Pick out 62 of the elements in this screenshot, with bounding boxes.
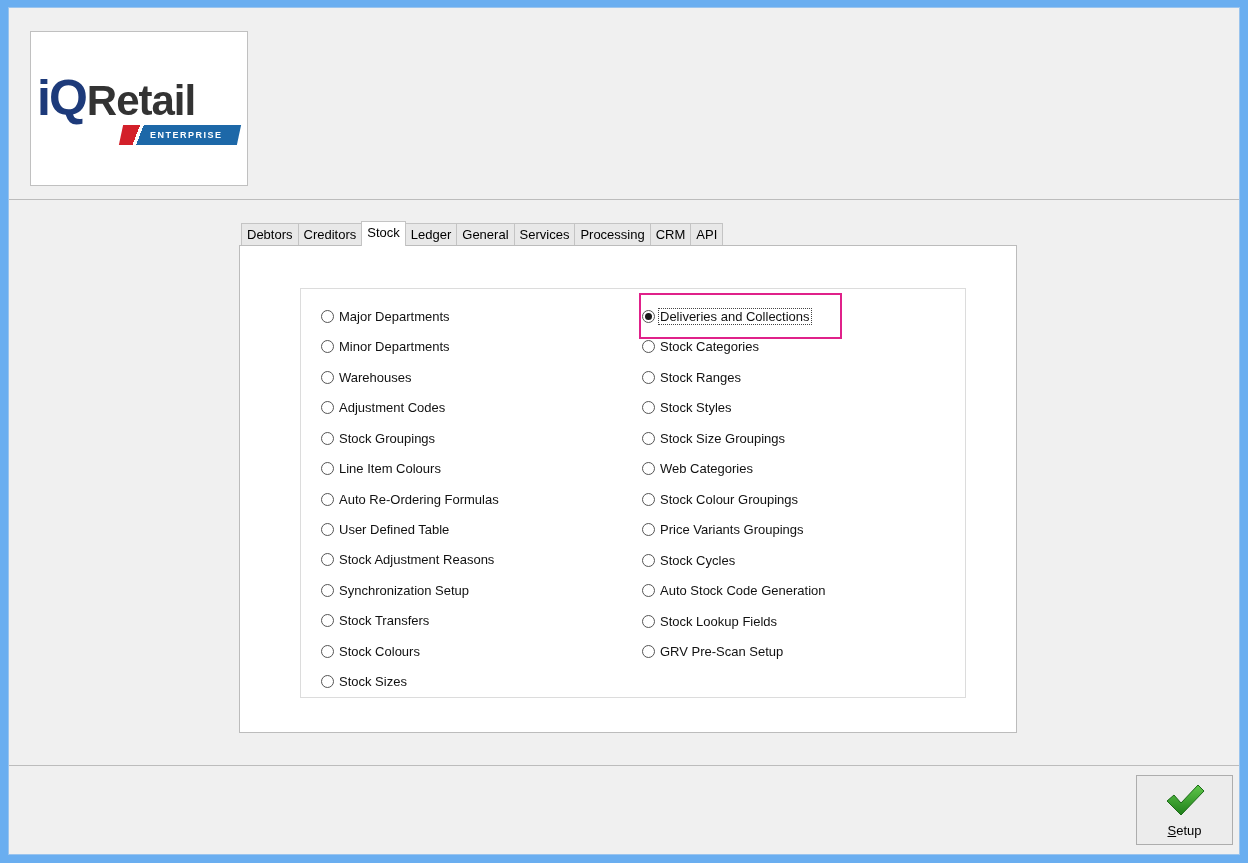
- option-label[interactable]: Stock Cycles: [658, 551, 738, 569]
- tab[interactable]: General: [456, 223, 515, 245]
- radio-button[interactable]: [321, 370, 334, 384]
- tab[interactable]: Debtors: [241, 223, 299, 245]
- option-label[interactable]: Deliveries and Collections: [658, 307, 812, 325]
- option-label[interactable]: GRV Pre-Scan Setup: [658, 643, 786, 661]
- option-label[interactable]: Line Item Colours: [337, 460, 443, 478]
- radio-button[interactable]: [642, 492, 655, 506]
- option-label[interactable]: User Defined Table: [337, 521, 452, 538]
- radio-button[interactable]: [321, 309, 334, 323]
- tab[interactable]: Stock: [361, 221, 406, 246]
- tab[interactable]: CRM: [649, 223, 692, 245]
- option-label[interactable]: Adjustment Codes: [337, 399, 448, 417]
- radio-button[interactable]: [642, 553, 655, 567]
- option-label[interactable]: Stock Categories: [658, 338, 761, 356]
- option-label[interactable]: Stock Sizes: [337, 673, 409, 691]
- radio-button[interactable]: [321, 340, 334, 354]
- radio-button[interactable]: [321, 553, 334, 567]
- radio-button[interactable]: [642, 431, 655, 445]
- tab[interactable]: Ledger: [404, 223, 458, 245]
- option-label[interactable]: Stock Lookup Fields: [658, 612, 780, 630]
- option-label[interactable]: Stock Groupings: [337, 429, 438, 447]
- option-label[interactable]: Stock Styles: [658, 399, 734, 417]
- checkmark-icon: [1164, 782, 1205, 817]
- radio-button[interactable]: [321, 644, 334, 658]
- radio-button[interactable]: [642, 401, 655, 415]
- option-label[interactable]: Stock Colour Groupings: [658, 490, 800, 508]
- option-label[interactable]: Stock Ranges: [658, 368, 743, 386]
- tab[interactable]: Processing: [574, 223, 651, 245]
- option-label[interactable]: Stock Transfers: [337, 612, 432, 630]
- option-label[interactable]: Major Departments: [337, 307, 452, 325]
- radio-button[interactable]: [642, 370, 655, 384]
- radio-button[interactable]: [642, 614, 655, 628]
- radio-button[interactable]: [642, 645, 655, 659]
- option-label[interactable]: Synchronization Setup: [337, 581, 472, 599]
- radio-button[interactable]: [321, 492, 334, 506]
- setup-button[interactable]: Setup: [1136, 775, 1233, 845]
- radio-button[interactable]: [642, 309, 655, 323]
- option-label[interactable]: Stock Size Groupings: [658, 429, 787, 447]
- option-label[interactable]: Price Variants Groupings: [658, 521, 806, 539]
- radio-button[interactable]: [321, 583, 334, 597]
- radio-button[interactable]: [321, 462, 334, 476]
- option-label[interactable]: Auto Re-Ordering Formulas: [337, 490, 501, 508]
- radio-button[interactable]: [642, 523, 655, 537]
- option-label[interactable]: Stock Adjustment Reasons: [337, 551, 497, 569]
- radio-button[interactable]: [642, 340, 655, 354]
- radio-button[interactable]: [321, 614, 334, 628]
- radio-button[interactable]: [321, 523, 334, 536]
- tab[interactable]: Creditors: [297, 223, 363, 245]
- option-label[interactable]: Minor Departments: [337, 338, 452, 356]
- radio-button[interactable]: [642, 584, 655, 598]
- option-label[interactable]: Warehouses: [337, 368, 414, 386]
- logo: iQRetail ENTERPRISE: [30, 31, 248, 186]
- radio-button[interactable]: [321, 675, 334, 689]
- radio-button[interactable]: [642, 462, 655, 476]
- option-label[interactable]: Stock Colours: [337, 642, 422, 660]
- option-label[interactable]: Auto Stock Code Generation: [658, 582, 828, 600]
- tab[interactable]: Services: [513, 223, 576, 245]
- tab[interactable]: API: [690, 223, 724, 245]
- radio-button[interactable]: [321, 401, 334, 415]
- radio-button[interactable]: [321, 431, 334, 445]
- option-label[interactable]: Web Categories: [658, 460, 755, 478]
